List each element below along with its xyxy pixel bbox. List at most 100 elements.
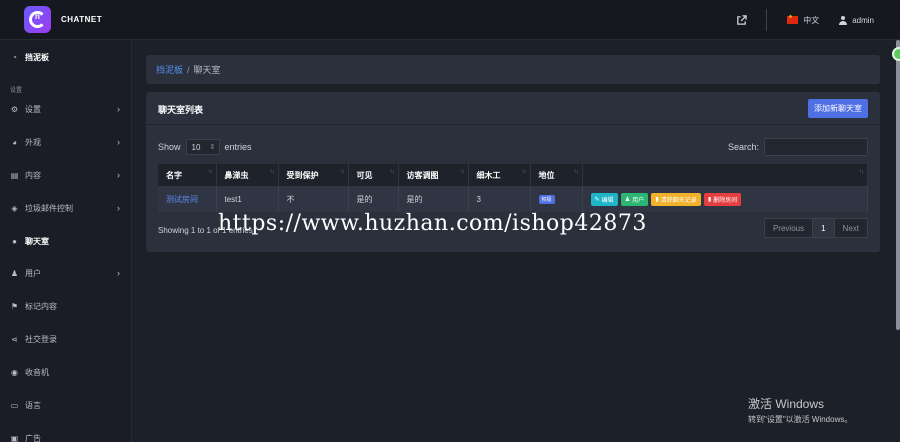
column-header-guest[interactable]: 访客调图 ↑↓	[398, 164, 469, 186]
edit-icon: ✎	[594, 196, 600, 203]
pagination-next[interactable]: Next	[835, 219, 867, 237]
card-header: 聊天室列表 添加新聊天室	[146, 92, 880, 125]
topbar-divider	[766, 9, 768, 31]
clear-chat-button[interactable]: ▮ 清除聊天记录	[651, 192, 701, 206]
chatroom-list-card: 聊天室列表 添加新聊天室 Show 10 entries Search: 名字↑…	[146, 92, 880, 252]
add-chatroom-button[interactable]: 添加新聊天室	[808, 99, 868, 118]
language-selector[interactable]: 中文	[803, 15, 819, 26]
shield-icon: ◈	[11, 203, 18, 213]
sidebar-item-spam-control[interactable]: ◈ 垃圾邮件控制 ›	[0, 197, 132, 219]
windows-activation-title: 激活 Windows	[748, 397, 825, 411]
keyboard-icon: ▭	[10, 400, 19, 410]
breadcrumb-current: 聊天室	[193, 65, 221, 75]
users-button[interactable]: ♟ 用户	[620, 192, 649, 206]
sort-icon: ↑↓	[521, 169, 527, 175]
pagination-page[interactable]: 1	[813, 219, 835, 237]
user-menu[interactable]: admin	[852, 16, 874, 25]
sidebar-item-label: 外观	[25, 137, 41, 147]
sort-icon: ↑↓	[389, 169, 395, 175]
column-header-visible[interactable]: 可见 ↑↓	[348, 164, 399, 186]
table-search: Search:	[728, 138, 868, 156]
breadcrumb: 挡泥板 / 聊天室	[146, 55, 880, 84]
pagination-previous[interactable]: Previous	[765, 219, 814, 237]
sidebar-item-chatrooms[interactable]: ● 聊天室	[0, 230, 132, 252]
cell-slug: test1	[216, 186, 279, 212]
sidebar-item-language[interactable]: ▭ 语言	[0, 394, 132, 416]
user-icon[interactable]	[839, 15, 848, 25]
brand[interactable]: CHATNET	[24, 6, 102, 33]
column-header-status[interactable]: 地位 ↑↓	[530, 164, 583, 186]
sidebar-item-label: 标记内容	[25, 301, 57, 311]
pagination: Previous 1 Next	[763, 218, 868, 238]
chatroom-table: 名字 ↑↓ 鼻涕虫 ↑↓ 受到保护 ↑↓ 可见 ↑↓ 访客调图 ↑↓ 细木工 ↑↓ 地位 ↑↓…	[158, 164, 868, 212]
show-label: Show	[158, 142, 181, 152]
edit-button[interactable]: ✎ 编辑	[590, 192, 618, 206]
table-row: 测试房间 test1 不 是的 是的 3 积极 ✎ 编辑 ♟ 用户 ▮ 清除聊天记录 …	[158, 186, 868, 212]
users-icon: ♟	[10, 268, 19, 278]
sidebar-item-label: 设置	[25, 104, 41, 114]
gear-icon: ⚙	[10, 104, 19, 114]
chevron-right-icon: ›	[117, 203, 120, 213]
cell-protected: 不	[278, 186, 349, 212]
sidebar-item-label: 内容	[25, 170, 41, 180]
china-flag-icon[interactable]	[787, 14, 799, 24]
chevron-right-icon: ›	[117, 137, 120, 147]
table-header-row: 名字 ↑↓ 鼻涕虫 ↑↓ 受到保护 ↑↓ 可见 ↑↓ 访客调图 ↑↓ 细木工 ↑↓ 地位 ↑↓…	[158, 164, 868, 186]
sidebar-item-dashboard[interactable]: ◔ 挡泥板	[0, 46, 132, 68]
sidebar-item-flagged-content[interactable]: ⚑ 标记内容	[0, 295, 132, 317]
sidebar-item-appearance[interactable]: ◕ 外观 ›	[0, 131, 132, 153]
sort-icon: ↑↓	[207, 169, 213, 175]
sort-icon: ↑↓	[859, 169, 864, 175]
sort-icon: ↑↓	[573, 169, 579, 175]
breadcrumb-separator: /	[187, 64, 190, 75]
floating-status-dot-icon[interactable]	[892, 47, 900, 61]
cell-joiner: 3	[468, 186, 531, 212]
entries-select[interactable]: 10	[185, 139, 220, 155]
radio-icon: ◉	[11, 367, 18, 377]
sidebar-item-label: 聊天室	[25, 236, 49, 246]
chevron-right-icon: ›	[117, 104, 120, 114]
cell-status: 积极	[530, 186, 583, 212]
search-input[interactable]	[764, 138, 868, 156]
palette-icon: ◕	[12, 137, 17, 147]
sidebar-item-users[interactable]: ♟ 用户 ›	[0, 262, 132, 284]
sidebar-item-label: 垃圾邮件控制	[25, 203, 73, 213]
sidebar-item-radio[interactable]: ◉ 收音机	[0, 361, 132, 383]
chatnet-logo-icon	[24, 6, 51, 33]
sidebar-item-label: 广告	[25, 433, 41, 442]
external-link-icon[interactable]	[726, 14, 756, 26]
column-header-slug[interactable]: 鼻涕虫 ↑↓	[216, 164, 279, 186]
entries-length-control: Show 10 entries	[158, 139, 252, 155]
chatroom-name-link[interactable]: 测试房间	[166, 195, 198, 204]
chat-icon: ●	[12, 236, 17, 246]
sidebar-item-social-login[interactable]: ⋖ 社交登录	[0, 328, 132, 350]
sort-icon: ↑↓	[339, 169, 345, 175]
column-header-name[interactable]: 名字 ↑↓	[158, 164, 217, 186]
cell-visible: 是的	[348, 186, 399, 212]
delete-room-button[interactable]: ▮ 删除房间	[703, 192, 742, 206]
entries-label: entries	[224, 142, 252, 152]
sidebar-item-content[interactable]: ▤ 内容 ›	[0, 164, 132, 186]
sidebar-item-label: 语言	[25, 400, 41, 410]
page-scrollbar[interactable]	[896, 40, 900, 330]
users-icon: ♟	[624, 196, 631, 203]
ad-icon: ▣	[10, 433, 19, 442]
sidebar-item-label: 用户	[25, 268, 41, 278]
cell-guest: 是的	[398, 186, 469, 212]
sidebar-section-label: 设置	[10, 88, 23, 94]
column-header-protected[interactable]: 受到保护 ↑↓	[278, 164, 349, 186]
top-bar: CHATNET 中文 admin	[0, 0, 900, 40]
sidebar-item-ads[interactable]: ▣ 广告	[0, 427, 132, 442]
cell-actions: ✎ 编辑 ♟ 用户 ▮ 清除聊天记录 ▮ 删除房间	[582, 186, 868, 212]
sidebar-item-label: 收音机	[25, 367, 49, 377]
column-header-actions[interactable]: ↑↓	[582, 164, 868, 186]
sort-icon: ↑↓	[269, 169, 275, 175]
share-icon: ⋖	[11, 334, 18, 344]
sidebar-item-settings[interactable]: ⚙ 设置 ›	[0, 98, 132, 120]
sidebar-item-label: 社交登录	[25, 334, 57, 344]
cell-name: 测试房间	[158, 186, 217, 212]
brand-name: CHATNET	[61, 15, 103, 24]
card-title: 聊天室列表	[158, 105, 204, 115]
breadcrumb-home-link[interactable]: 挡泥板	[156, 63, 183, 76]
column-header-joiner[interactable]: 细木工 ↑↓	[468, 164, 531, 186]
